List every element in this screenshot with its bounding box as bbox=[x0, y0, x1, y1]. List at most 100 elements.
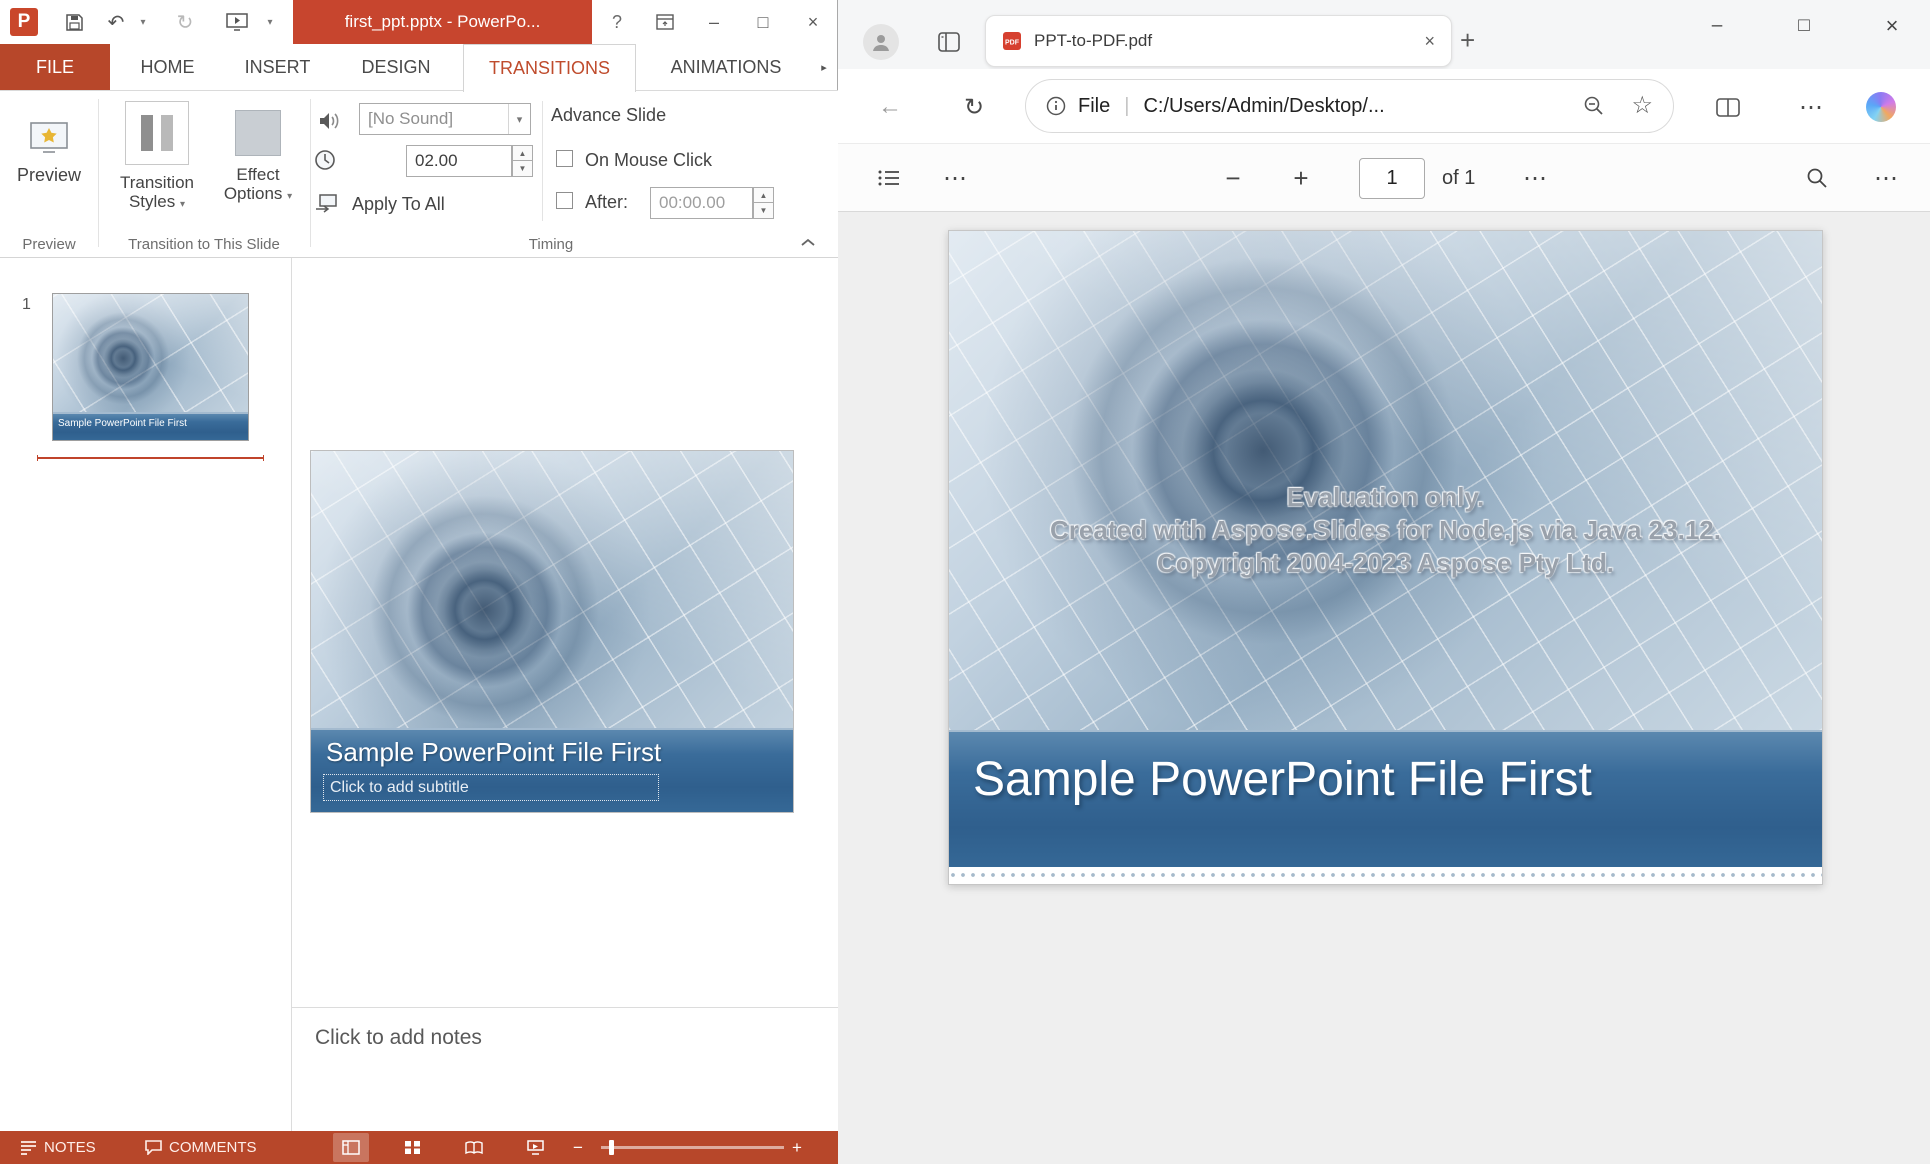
undo-dropdown-button[interactable]: ▾ bbox=[135, 0, 151, 44]
transition-styles-button[interactable]: Transition Styles ▾ bbox=[112, 101, 202, 214]
profile-button[interactable] bbox=[863, 24, 899, 60]
slide-thumbnail[interactable]: Sample PowerPoint File First bbox=[52, 293, 249, 441]
workspaces-button[interactable] bbox=[935, 28, 963, 56]
url-field[interactable]: File | C:/Users/Admin/Desktop/... ☆ bbox=[1025, 79, 1674, 133]
tab-home[interactable]: HOME bbox=[123, 44, 212, 91]
subtitle-placeholder[interactable]: Click to add subtitle bbox=[323, 774, 659, 801]
refresh-button[interactable]: ↻ bbox=[958, 91, 990, 123]
duration-spinner[interactable]: ▲ ▼ bbox=[512, 145, 533, 177]
zoom-in-button[interactable]: + bbox=[779, 1133, 815, 1162]
ppt-maximize-button[interactable]: □ bbox=[743, 0, 783, 44]
edge-minimize-button[interactable]: – bbox=[1689, 0, 1745, 52]
favorites-button[interactable]: ☆ bbox=[1631, 95, 1653, 117]
effect-options-icon bbox=[235, 110, 281, 156]
slide-editor[interactable]: Sample PowerPoint File First Click to ad… bbox=[310, 450, 794, 813]
effect-options-button[interactable]: Effect Options ▾ bbox=[214, 101, 302, 206]
address-divider: | bbox=[1124, 95, 1129, 118]
pdf-toolbar: ⋯ − + of 1 ⋯ ⋯ bbox=[838, 143, 1930, 212]
notes-toggle[interactable]: NOTES bbox=[20, 1131, 96, 1164]
star-icon: ☆ bbox=[1631, 92, 1653, 119]
edge-close-button[interactable]: × bbox=[1864, 0, 1920, 52]
slide-title-text[interactable]: Sample PowerPoint File First bbox=[326, 737, 661, 768]
slideshow-view-button[interactable] bbox=[517, 1133, 553, 1162]
pdf-content-area[interactable]: Evaluation only. Created with Aspose.Sli… bbox=[838, 212, 1930, 1164]
sound-select[interactable]: [No Sound] ▾ bbox=[359, 103, 531, 135]
ribbon-display-button[interactable] bbox=[645, 0, 685, 44]
search-icon bbox=[1806, 167, 1828, 189]
spin-down-icon: ▼ bbox=[753, 203, 774, 219]
workspaces-icon bbox=[938, 32, 960, 52]
zoom-in-icon: + bbox=[792, 1138, 802, 1158]
redo-icon: ↻ bbox=[177, 10, 194, 35]
start-slideshow-button[interactable] bbox=[222, 0, 252, 44]
duration-icon bbox=[314, 149, 336, 171]
save-button[interactable] bbox=[62, 0, 86, 44]
info-icon[interactable] bbox=[1046, 96, 1066, 116]
ppt-statusbar: NOTES COMMENTS − + bbox=[0, 1131, 838, 1164]
zoom-slider[interactable] bbox=[601, 1146, 784, 1149]
after-time-spinner[interactable]: ▲ ▼ bbox=[753, 187, 774, 219]
notes-splitter[interactable] bbox=[292, 1007, 838, 1008]
slideshow-view-icon bbox=[527, 1140, 544, 1155]
zoom-slider-handle[interactable] bbox=[609, 1140, 614, 1155]
maximize-icon: □ bbox=[758, 12, 769, 33]
new-tab-button[interactable]: + bbox=[1460, 27, 1475, 53]
tab-file[interactable]: FILE bbox=[0, 44, 110, 91]
redo-button[interactable]: ↻ bbox=[172, 0, 198, 44]
qat-customize-button[interactable]: ▾ bbox=[262, 0, 278, 44]
ppt-close-button[interactable]: × bbox=[793, 0, 833, 44]
pdf-view-more-button[interactable]: ⋯ bbox=[937, 144, 973, 212]
page-input[interactable] bbox=[1359, 158, 1425, 199]
slide-sorter-button[interactable] bbox=[394, 1133, 430, 1162]
preview-button[interactable]: Preview bbox=[5, 97, 93, 209]
tab-design[interactable]: DESIGN bbox=[342, 44, 450, 91]
ppt-minimize-button[interactable]: – bbox=[694, 0, 734, 44]
editing-canvas: Sample PowerPoint File First Click to ad… bbox=[292, 258, 838, 1131]
tab-transitions[interactable]: TRANSITIONS bbox=[463, 44, 636, 92]
copilot-button[interactable] bbox=[1866, 92, 1896, 122]
minimize-icon: – bbox=[1712, 15, 1723, 37]
page-more-button[interactable]: ⋯ bbox=[1517, 144, 1553, 212]
split-screen-button[interactable] bbox=[1712, 91, 1744, 123]
zoom-indicator-button[interactable] bbox=[1583, 95, 1605, 117]
slide-sorter-icon bbox=[404, 1140, 421, 1155]
thumbnail-title: Sample PowerPoint File First bbox=[58, 418, 187, 429]
pdf-zoom-out-button[interactable]: − bbox=[1215, 144, 1251, 212]
zoom-indicator-icon bbox=[1583, 95, 1605, 117]
on-mouse-click-checkbox[interactable] bbox=[556, 150, 573, 167]
close-icon: × bbox=[808, 12, 819, 33]
tab-scroll-button[interactable]: ▸ bbox=[814, 44, 834, 91]
tab-insert[interactable]: INSERT bbox=[225, 44, 330, 91]
undo-button[interactable]: ↶ bbox=[103, 0, 129, 44]
duration-input[interactable]: 02.00 bbox=[406, 145, 512, 177]
group-divider bbox=[98, 99, 99, 247]
notes-placeholder[interactable]: Click to add notes bbox=[315, 1026, 482, 1050]
powerpoint-logo-icon[interactable]: P bbox=[10, 8, 38, 36]
comments-toggle[interactable]: COMMENTS bbox=[145, 1131, 257, 1164]
back-button[interactable]: ← bbox=[874, 91, 906, 123]
browser-tab[interactable]: PDF PPT-to-PDF.pdf × bbox=[985, 15, 1452, 67]
tab-close-icon[interactable]: × bbox=[1424, 31, 1435, 52]
protocol-label: File bbox=[1078, 95, 1110, 118]
ribbon-collapse-button[interactable] bbox=[800, 237, 816, 247]
pdf-more-button[interactable]: ⋯ bbox=[1868, 144, 1904, 212]
reading-view-button[interactable] bbox=[456, 1133, 492, 1162]
after-time-input[interactable]: 00:00.00 bbox=[650, 187, 753, 219]
apply-to-all-button[interactable]: Apply To All bbox=[352, 194, 445, 215]
normal-view-button[interactable] bbox=[333, 1133, 369, 1162]
tab-animations[interactable]: ANIMATIONS bbox=[649, 44, 803, 91]
spin-up-icon: ▲ bbox=[512, 145, 533, 161]
pdf-slide-title: Sample PowerPoint File First bbox=[973, 752, 1592, 807]
pdf-zoom-in-button[interactable]: + bbox=[1283, 144, 1319, 212]
edge-maximize-button[interactable]: □ bbox=[1776, 0, 1832, 52]
toc-button[interactable] bbox=[871, 144, 907, 212]
zoom-out-button[interactable]: − bbox=[560, 1133, 596, 1162]
apply-to-all-icon bbox=[314, 193, 338, 213]
after-checkbox[interactable] bbox=[556, 192, 573, 209]
pdf-search-button[interactable] bbox=[1799, 144, 1835, 212]
settings-more-button[interactable]: ⋯ bbox=[1795, 91, 1827, 123]
split-screen-icon bbox=[1716, 98, 1740, 117]
chevron-down-icon: ▾ bbox=[267, 17, 272, 28]
help-button[interactable]: ? bbox=[597, 0, 637, 44]
notes-icon bbox=[20, 1140, 37, 1155]
